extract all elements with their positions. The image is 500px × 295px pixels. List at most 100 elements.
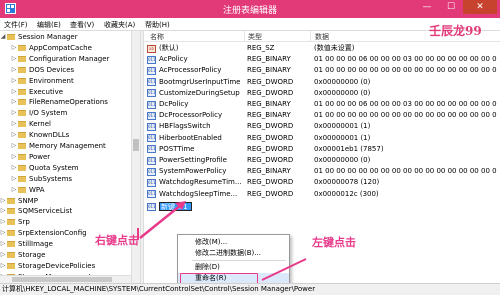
left-click-annotation: 左键点击 (312, 236, 356, 249)
value-type: REG_DWORD (247, 178, 294, 187)
column-data-header[interactable]: 数据 (315, 32, 329, 42)
menu-edit[interactable]: 编辑(E) (37, 20, 61, 30)
expand-arrow-icon[interactable]: ▷ (0, 228, 6, 238)
tree-item[interactable]: ▷ Executive (0, 87, 131, 97)
rename-input[interactable]: 新键 #1 (159, 201, 192, 211)
value-name: WatchdogSleepTime... (159, 189, 238, 198)
value-name: SystemPowerPolicy (159, 167, 227, 176)
minimize-button[interactable]: — (415, 0, 439, 14)
tree-item[interactable]: ▷ SNMP (0, 196, 131, 206)
column-name-header[interactable]: 名称 (150, 32, 164, 42)
menu-modify[interactable]: 修改(M)... (178, 237, 289, 248)
value-row[interactable]: 011 DcPolicy REG_BINARY 01 00 00 00 06 00 0… (144, 99, 500, 110)
expand-arrow-icon[interactable]: ▷ (0, 261, 6, 271)
tree-item[interactable]: ▷ Srp (0, 217, 131, 227)
tree-item[interactable]: ▷ WPA (0, 185, 131, 195)
tree-item[interactable]: ▷ SubSystems (0, 174, 131, 184)
menu-favorites[interactable]: 收藏夹(A) (104, 20, 135, 30)
tree-horizontal-scrollbar[interactable] (0, 275, 131, 283)
menu-delete[interactable]: 删除(D) (178, 262, 289, 273)
menu-separator (192, 260, 286, 261)
expand-arrow-icon[interactable]: ▷ (0, 196, 6, 206)
expand-arrow-icon[interactable]: ▷ (11, 54, 17, 64)
menu-view[interactable]: 查看(V) (70, 20, 94, 30)
expand-arrow-icon[interactable]: ▷ (0, 206, 6, 216)
value-name: AcProcessorPolicy (159, 66, 222, 75)
rename-selected-text: 新键 #1 (160, 202, 191, 210)
tree-item[interactable]: ◢ Session Manager (0, 32, 131, 42)
expand-arrow-icon[interactable]: ▷ (11, 108, 17, 118)
column-type-header[interactable]: 类型 (248, 32, 262, 42)
value-row[interactable]: 011 BootmgrUserInputTime REG_DWORD 0x000000… (144, 77, 500, 88)
value-row[interactable]: 011 SystemPowerPolicy REG_BINARY 01 00 00 0… (144, 166, 500, 177)
value-row[interactable]: 011 CustomizeDuringSetup REG_DWORD 0x000000… (144, 88, 500, 99)
expand-arrow-icon[interactable]: ▷ (11, 152, 17, 162)
value-row[interactable]: 011 DcProcessorPolicy REG_BINARY 01 00 00 0… (144, 110, 500, 121)
tree-item[interactable]: ▷ Power (0, 152, 131, 162)
expand-arrow-icon[interactable]: ▷ (11, 43, 17, 53)
expand-arrow-icon[interactable]: ▷ (11, 174, 17, 184)
folder-icon (18, 110, 26, 117)
menu-modify-binary[interactable]: 修改二进制数据(B)... (178, 248, 289, 259)
value-type: REG_BINARY (247, 100, 291, 108)
folder-icon (7, 219, 15, 226)
tree-item[interactable]: ▷ Quota System (0, 163, 131, 173)
value-data: 01 00 00 00 06 00 00 00 03 00 00 00 00 0… (314, 55, 497, 64)
value-data: 01 00 00 00 00 00 00 00 00 00 00 00 00 0… (314, 66, 497, 75)
dword-value-icon: 011 (147, 202, 156, 211)
menu-file[interactable]: 文件(F) (4, 20, 28, 30)
tree-item[interactable]: ▷ Kernel (0, 119, 131, 129)
tree-item[interactable]: ▷ Memory Management (0, 141, 131, 151)
value-row[interactable]: 011 WatchdogSleepTime... REG_DWORD 0x000001… (144, 189, 500, 200)
value-row[interactable]: 011 POSTTime REG_DWORD 0x00001eb1 (7857) (144, 144, 500, 155)
tree-item-label: Power (29, 152, 51, 161)
expand-arrow-icon[interactable]: ▷ (0, 239, 6, 249)
folder-icon (18, 77, 26, 84)
tree-item[interactable]: ▷ DOS Devices (0, 65, 131, 75)
expand-arrow-icon[interactable]: ▷ (11, 185, 17, 195)
new-value-row[interactable]: 011 新键 #1 (144, 201, 500, 212)
menu-help[interactable]: 帮助(H) (145, 20, 170, 30)
expand-arrow-icon[interactable]: ▷ (11, 97, 17, 107)
menu-bar: 文件(F) 编辑(E) 查看(V) 收藏夹(A) 帮助(H) (0, 18, 500, 31)
expand-arrow-icon[interactable]: ▷ (11, 76, 17, 86)
collapse-arrow-icon[interactable]: ◢ (0, 32, 6, 42)
expand-arrow-icon[interactable]: ▷ (11, 119, 17, 129)
tree-item[interactable]: ▷ KnownDLLs (0, 130, 131, 140)
value-data: 0x00000000 (0) (314, 88, 371, 97)
value-row[interactable]: 011 PowerSettingProfile REG_DWORD 0x0000000… (144, 155, 500, 166)
expand-arrow-icon[interactable]: ▷ (0, 217, 6, 227)
value-name: BootmgrUserInputTime (159, 77, 241, 86)
value-row[interactable]: 011 WatchdogResumeTim... REG_DWORD 0x000000… (144, 177, 500, 188)
value-row[interactable]: 011 AcPolicy REG_BINARY 01 00 00 00 06 00 0… (144, 54, 500, 65)
tree-item-label: Executive (29, 87, 64, 96)
value-type: REG_DWORD (247, 144, 294, 153)
tree-item[interactable]: ▷ Configuration Manager (0, 54, 131, 64)
tree-hscroll-thumb[interactable] (12, 277, 112, 282)
tree-item[interactable]: ▷ Environment (0, 76, 131, 86)
tree-scroll-thumb[interactable] (133, 139, 139, 151)
maximize-button[interactable]: ☐ (439, 0, 463, 14)
tree-item[interactable]: ▷ Storage (0, 250, 131, 260)
value-data: (数值未设置) (314, 44, 355, 52)
tree-item[interactable]: ▷ AppCompatCache (0, 43, 131, 53)
value-name: HiberbootEnabled (159, 133, 222, 142)
expand-arrow-icon[interactable]: ▷ (11, 163, 17, 173)
expand-arrow-icon[interactable]: ▷ (0, 250, 6, 260)
expand-arrow-icon[interactable]: ▷ (11, 65, 17, 75)
tree-item[interactable]: ▷ StorageDevicePolicies (0, 261, 131, 271)
tree-item-label: Environment (29, 76, 74, 85)
value-row[interactable]: 011 AcProcessorPolicy REG_BINARY 01 00 00 0… (144, 65, 500, 76)
tree-item[interactable]: ▷ I/O System (0, 108, 131, 118)
value-row[interactable]: 011 HiberbootEnabled REG_DWORD 0x00000001 (… (144, 133, 500, 144)
close-button[interactable]: ✕ (463, 0, 497, 14)
expand-arrow-icon[interactable]: ▷ (11, 87, 17, 97)
expand-arrow-icon[interactable]: ▷ (11, 141, 17, 151)
tree-item[interactable]: ▷ FileRenameOperations (0, 97, 131, 107)
tree-item-label: Kernel (29, 120, 51, 129)
value-row[interactable]: 011 HBFlagsSwitch REG_DWORD 0x00000001 (1) (144, 121, 500, 132)
tree-item[interactable]: ▷ SQMServiceList (0, 206, 131, 216)
expand-arrow-icon[interactable]: ▷ (11, 130, 17, 140)
tree-item-label: Session Manager (18, 33, 78, 41)
value-row[interactable]: ab (默认) REG_SZ (数值未设置) (144, 43, 500, 54)
